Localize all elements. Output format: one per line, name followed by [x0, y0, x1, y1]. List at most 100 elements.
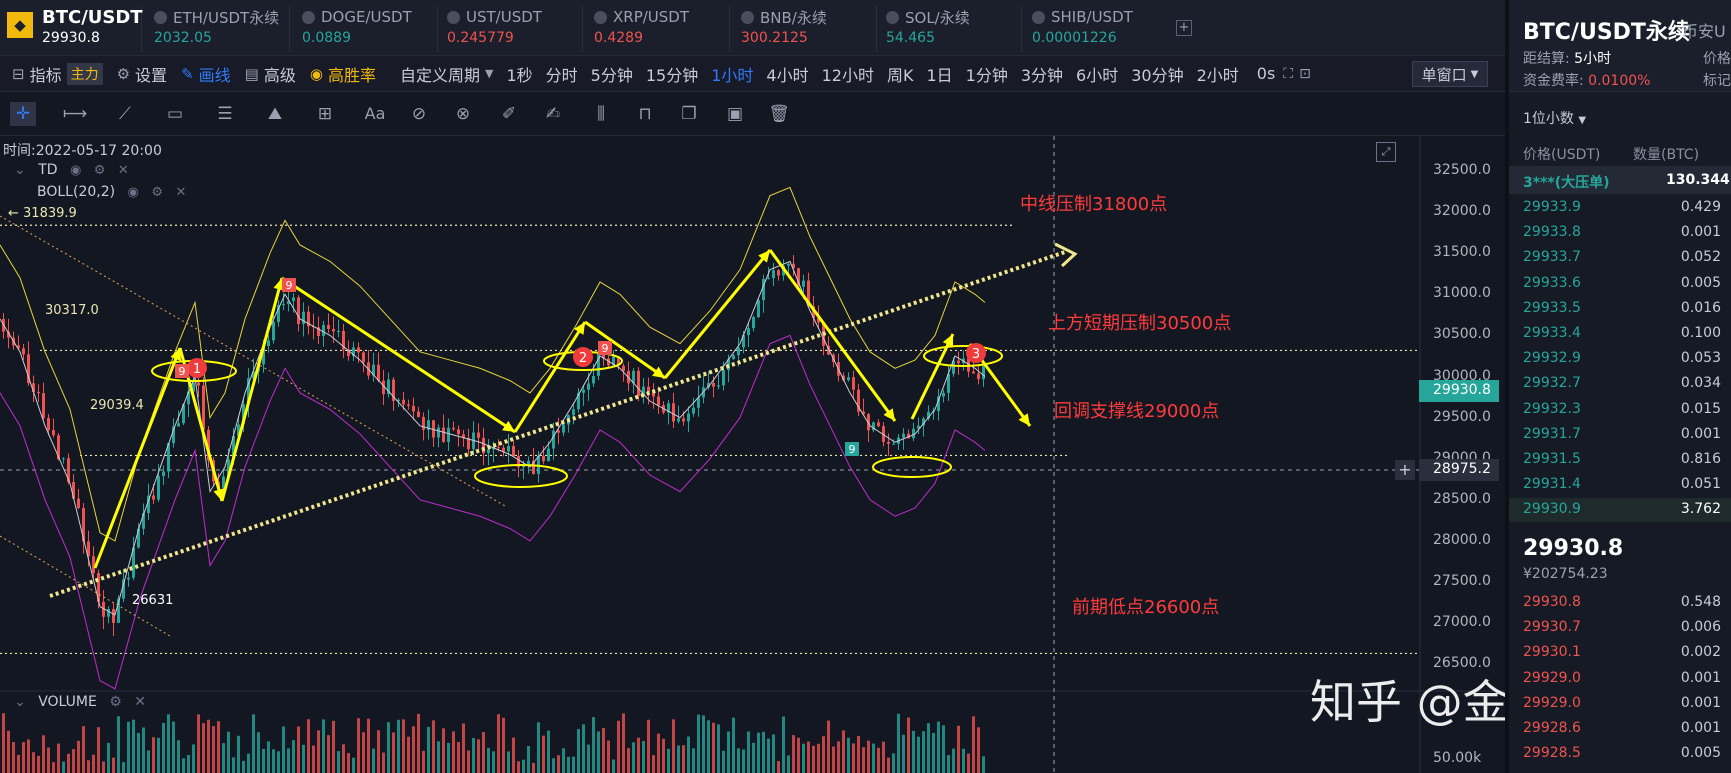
- timeframe-30m[interactable]: 30分钟: [1131, 62, 1183, 86]
- lock-icon[interactable]: ⊓: [632, 102, 658, 126]
- bid-row[interactable]: 29931.7 0.001: [1509, 423, 1731, 447]
- ask-row[interactable]: 29930.1 0.002: [1509, 641, 1731, 665]
- ask-row[interactable]: 29928.5 0.005: [1509, 742, 1731, 766]
- ask-row[interactable]: 29929.0 0.001: [1509, 667, 1731, 691]
- winrate-button[interactable]: ◉ 高胜率: [310, 62, 376, 86]
- ruler-icon[interactable]: ✐: [496, 102, 522, 126]
- ticker-xrp[interactable]: XRP/USDT 0.4289: [588, 6, 730, 52]
- ticker-bnb[interactable]: BNB/永续 300.2125: [735, 6, 877, 52]
- eye-icon[interactable]: ◉: [70, 163, 81, 178]
- gear-icon[interactable]: ⚙: [94, 163, 106, 178]
- bid-row[interactable]: 29933.5 0.016: [1509, 297, 1731, 321]
- timeframe-timeline[interactable]: 分时: [546, 62, 578, 86]
- add-ticker-icon[interactable]: +: [1176, 20, 1192, 36]
- candle-body: [547, 448, 550, 462]
- timeframe-12h[interactable]: 12小时: [822, 62, 874, 86]
- text-tool-icon[interactable]: Aa: [362, 102, 388, 126]
- precision-dropdown[interactable]: 1位小数 ▼: [1523, 108, 1586, 128]
- volume-bar: [357, 718, 360, 773]
- fibonacci-icon[interactable]: ☰: [212, 102, 238, 126]
- timeframe-1h[interactable]: 1小时: [711, 62, 753, 86]
- bid-qty: 0.005: [1680, 274, 1721, 291]
- volume-bar: [22, 742, 25, 773]
- fullscreen-icon[interactable]: ⛶: [1283, 66, 1293, 82]
- trash-icon[interactable]: 🗑: [766, 102, 792, 126]
- candle-body: [657, 396, 660, 406]
- measure-icon[interactable]: ⊞: [312, 102, 338, 126]
- timeframe-1s[interactable]: 1秒: [506, 62, 532, 86]
- collapse-icon[interactable]: ⌄: [14, 162, 26, 178]
- close-icon[interactable]: ✕: [118, 163, 129, 178]
- indicator-button[interactable]: ⊟ 指标 主力: [12, 62, 103, 86]
- advanced-button[interactable]: ▤ 高级: [245, 62, 296, 86]
- bid-row[interactable]: 29932.7 0.034: [1509, 372, 1731, 396]
- ask-row[interactable]: 29930.8 0.548: [1509, 591, 1731, 615]
- bid-row[interactable]: 29933.7 0.052: [1509, 246, 1731, 270]
- candlestick-chart[interactable]: 1 2 3 9 9 9 9: [0, 136, 1505, 773]
- timeframe-2h[interactable]: 2小时: [1197, 62, 1239, 86]
- custom-period-dropdown[interactable]: 自定义周期 ▼: [400, 62, 493, 86]
- timeframe-3m[interactable]: 3分钟: [1021, 62, 1063, 86]
- timeframe-week[interactable]: 周K: [887, 62, 914, 86]
- bid-row[interactable]: 29931.4 0.051: [1509, 473, 1731, 497]
- bid-qty: 0.034: [1680, 375, 1721, 392]
- timeframe-1m[interactable]: 1分钟: [966, 62, 1008, 86]
- timeframe-5m[interactable]: 5分钟: [591, 62, 633, 86]
- bid-row[interactable]: 29932.3 0.015: [1509, 398, 1731, 422]
- magnet-strong-icon[interactable]: ⊗: [450, 102, 476, 126]
- add-alert-icon[interactable]: +: [1395, 460, 1415, 480]
- edit-icon[interactable]: ▣: [722, 102, 748, 126]
- bid-row[interactable]: 29933.4 0.100: [1509, 322, 1731, 346]
- ask-row[interactable]: 29928.6 0.001: [1509, 717, 1731, 741]
- bid-row[interactable]: 29930.9 3.762: [1509, 498, 1731, 523]
- volume-bar: [742, 749, 745, 773]
- big-order-row[interactable]: 3***(大压单) 130.344: [1509, 166, 1731, 194]
- layout-icon[interactable]: ⊡: [1299, 66, 1311, 82]
- horizontal-line-icon[interactable]: ⟼: [62, 102, 88, 126]
- volume-bar: [287, 748, 290, 773]
- timeframe-4h[interactable]: 4小时: [766, 62, 808, 86]
- bid-row[interactable]: 29932.9 0.053: [1509, 347, 1731, 371]
- expand-icon[interactable]: ⤢: [1376, 142, 1396, 162]
- crosshair-cursor-icon[interactable]: ✛: [10, 102, 36, 126]
- brush-icon[interactable]: ✍: [540, 102, 566, 126]
- gear-icon[interactable]: ⚙: [109, 694, 122, 710]
- candles-icon[interactable]: ⫼: [588, 102, 614, 126]
- gear-icon[interactable]: ⚙: [151, 185, 163, 200]
- candle-body: [847, 377, 850, 381]
- ticker-shib[interactable]: SHIB/USDT 0.00001226: [1026, 6, 1168, 52]
- timeframe-15m[interactable]: 15分钟: [646, 62, 698, 86]
- chevron-down-icon: ▼: [484, 67, 494, 80]
- window-mode-dropdown[interactable]: 单窗口 ▼: [1412, 61, 1488, 87]
- copy-icon[interactable]: ❐: [676, 102, 702, 126]
- timeframe-6h[interactable]: 6小时: [1076, 62, 1118, 86]
- trend-line-icon[interactable]: ⟋: [112, 102, 138, 126]
- settings-button[interactable]: ⚙ 设置: [117, 62, 167, 86]
- ticker-sol[interactable]: SOL/永续 54.465: [880, 6, 1022, 52]
- book-symbol[interactable]: BTC/USDT永续: [1523, 14, 1690, 46]
- main-indicator-badge[interactable]: 主力: [66, 62, 103, 85]
- funding-label: 资金费率:: [1523, 73, 1584, 89]
- chart-area[interactable]: 1 2 3 9 9 9 9 时间:2022-05-17 20:00 ⌄ TD ◉ ⚙ ✕ B…: [0, 136, 1647, 773]
- bid-row[interactable]: 29933.8 0.001: [1509, 221, 1731, 245]
- bid-row[interactable]: 29931.5 0.816: [1509, 448, 1731, 472]
- ticker-ust[interactable]: UST/USDT 0.245779: [441, 6, 583, 52]
- ticker-doge[interactable]: DOGE/USDT 0.0889: [296, 6, 438, 52]
- rectangle-icon[interactable]: ▭: [162, 102, 188, 126]
- ask-row[interactable]: 29930.7 0.006: [1509, 616, 1731, 640]
- volume-bar: [877, 747, 880, 773]
- ticker-btc[interactable]: ◆ BTC/USDT 29930.8: [0, 6, 143, 52]
- bid-row[interactable]: 29933.9 0.429: [1509, 196, 1731, 220]
- ticker-eth[interactable]: ETH/USDT永续 2032.05: [148, 6, 290, 52]
- bid-row[interactable]: 29933.6 0.005: [1509, 272, 1731, 296]
- close-icon[interactable]: ✕: [134, 694, 146, 710]
- pattern-icon[interactable]: ⛰: [262, 102, 288, 126]
- draw-button[interactable]: ✎ 画线: [181, 62, 231, 86]
- close-icon[interactable]: ✕: [175, 185, 186, 200]
- timeframe-1d[interactable]: 1日: [926, 62, 952, 86]
- collapse-icon[interactable]: ⌄: [14, 694, 26, 710]
- magnet-icon[interactable]: ⊘: [406, 102, 432, 126]
- ask-row[interactable]: 29929.0 0.001: [1509, 692, 1731, 716]
- eye-icon[interactable]: ◉: [128, 185, 139, 200]
- timeframe-0s[interactable]: 0s: [1257, 64, 1276, 83]
